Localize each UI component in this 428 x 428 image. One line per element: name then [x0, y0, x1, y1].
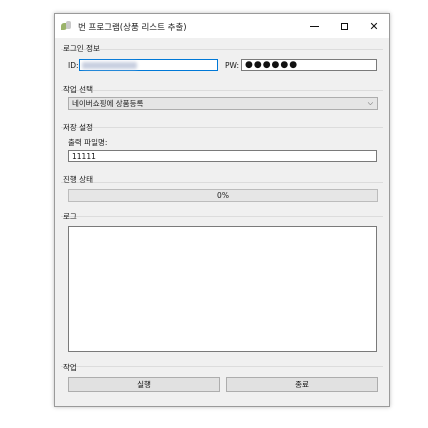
- close-icon: ✕: [369, 19, 379, 33]
- run-button[interactable]: 실행: [68, 377, 220, 392]
- progress-section-label: 진행 상태: [63, 175, 93, 184]
- task-section-label: 작업 선택: [63, 85, 93, 94]
- window-title: 번 프로그램(상품 리스트 추출): [78, 23, 187, 33]
- minimize-icon: [309, 25, 319, 27]
- app-window: 번 프로그램(상품 리스트 추출) ✕ 로그인 정보 ID: PW: ●●●●●…: [54, 13, 390, 407]
- actions-section-label: 작업: [63, 363, 77, 372]
- save-section-label: 저장 설정: [63, 123, 93, 132]
- progress-text: 0%: [217, 191, 229, 200]
- task-select[interactable]: 네이버쇼핑에 상품등록 ⌵: [68, 97, 378, 110]
- log-textarea[interactable]: [68, 226, 377, 352]
- pw-input[interactable]: ●●●●●●: [241, 59, 377, 71]
- id-redacted: [82, 62, 137, 69]
- filename-label: 출력 파일명:: [68, 138, 108, 147]
- pw-label: PW:: [225, 61, 240, 70]
- login-section-label: 로그인 정보: [63, 44, 100, 53]
- close-button[interactable]: ✕: [359, 14, 389, 38]
- maximize-button[interactable]: [329, 14, 359, 38]
- exit-button[interactable]: 종료: [226, 377, 378, 392]
- progress-bar: 0%: [68, 189, 378, 202]
- minimize-button[interactable]: [299, 14, 329, 38]
- app-icon: [61, 21, 73, 31]
- chevron-down-icon: ⌵: [367, 99, 373, 107]
- filename-input[interactable]: [68, 150, 377, 162]
- maximize-icon: [340, 22, 348, 30]
- task-select-value: 네이버쇼핑에 상품등록: [72, 99, 144, 108]
- id-label: ID:: [68, 61, 79, 70]
- log-section-label: 로그: [63, 212, 77, 221]
- title-bar[interactable]: 번 프로그램(상품 리스트 추출) ✕: [55, 14, 389, 38]
